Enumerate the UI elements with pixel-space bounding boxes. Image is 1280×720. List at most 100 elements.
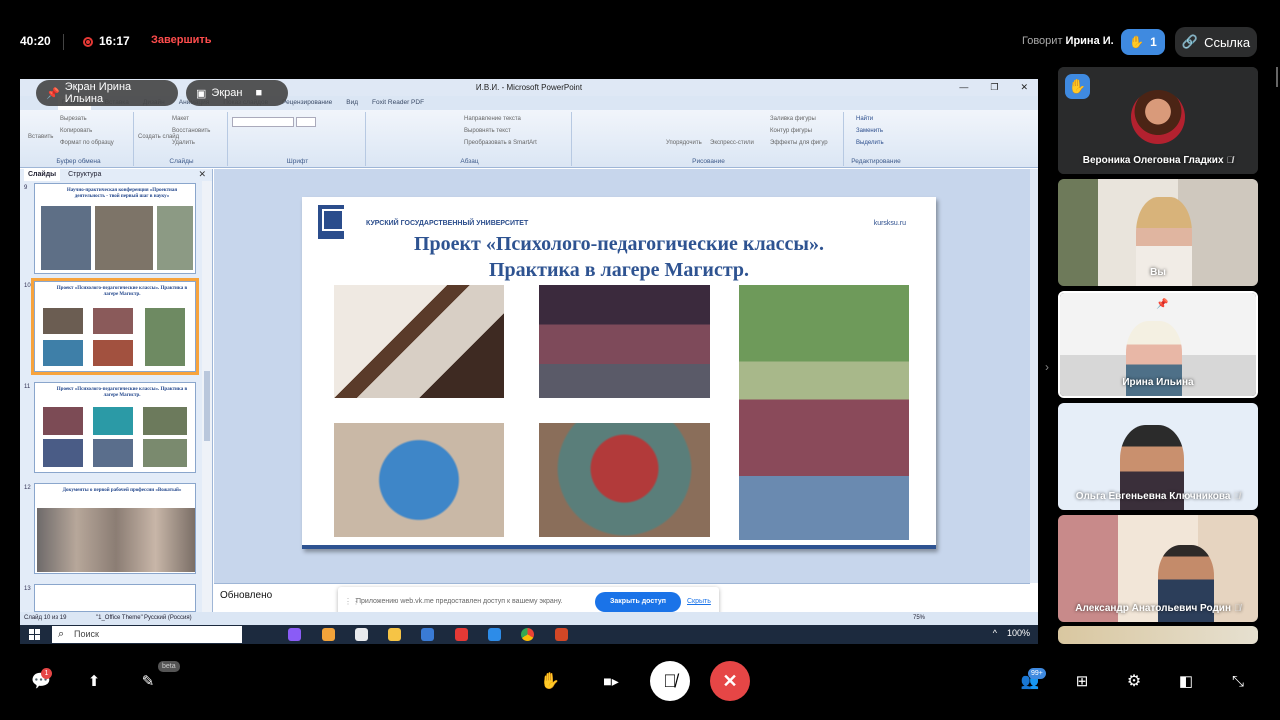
thumbnail-title: Научно-практическая конференция «Проектн…: [66, 188, 178, 199]
settings-button[interactable]: ⚙: [1124, 671, 1144, 691]
speaking-label: Говорит: [1022, 35, 1063, 47]
slide-title-line1: Проект «Психолого-педагогические классы»…: [413, 233, 825, 255]
taskbar-zoom: 100%: [1006, 628, 1030, 638]
chevron-right-icon[interactable]: ›: [1045, 360, 1049, 374]
participant-tile[interactable]: ✋ Вероника Олеговна Гладких 🎙̸: [1058, 67, 1258, 174]
grid-view-button[interactable]: ⊞: [1072, 671, 1092, 691]
participants-scrollbar[interactable]: [1276, 67, 1278, 87]
hide-link[interactable]: Скрыть: [687, 598, 711, 605]
photo-group: [539, 285, 710, 398]
participant-tile[interactable]: Вы: [1058, 179, 1258, 286]
raise-hand-button[interactable]: ✋: [540, 671, 560, 691]
group-label: Редактирование: [851, 158, 901, 165]
quick-styles-button: Экспресс-стили: [710, 140, 754, 146]
close-icon: ✕: [1020, 82, 1028, 92]
avatar: [1131, 90, 1185, 144]
windows-start-icon: [29, 629, 40, 640]
recording-time: 16:17: [99, 34, 130, 48]
slide-counter: Слайд 10 из 19: [24, 615, 67, 621]
chat-badge: 1: [41, 668, 52, 679]
notes-text: Обновлено: [220, 590, 273, 601]
participant-tile-speaking[interactable]: 📌 Ирина Ильина: [1058, 291, 1258, 398]
stop-recording-button[interactable]: Завершить: [151, 34, 212, 46]
align-text-button: Выровнять текст: [464, 128, 511, 134]
vertical-scrollbar: [1030, 169, 1038, 583]
participant-tile[interactable]: [1058, 626, 1258, 644]
minimize-button[interactable]: ⤡: [1228, 671, 1248, 691]
current-slide: КУРСКИЙ ГОСУДАРСТВЕННЫЙ УНИВЕРСИТЕТ kurs…: [302, 197, 936, 549]
raised-hands-button[interactable]: ✋ 1: [1121, 29, 1165, 55]
microphone-button[interactable]: 🎙̸: [650, 661, 690, 701]
collapse-icon: ⤡: [1231, 672, 1244, 690]
thumbnail-title: Проект «Психолого-педагогические классы»…: [56, 387, 188, 398]
tab-view: Вид: [346, 99, 359, 106]
camera-button[interactable]: ■▸: [600, 671, 622, 691]
font-name-box: [232, 117, 294, 127]
thumbnail-photo: [157, 206, 193, 270]
thumbnail-photo: [43, 340, 83, 366]
maximize-icon: ❐: [990, 82, 999, 92]
participant-name-text: Александр Анатольевич Родин: [1075, 603, 1231, 614]
theme-name: "1_Office Theme": [96, 615, 143, 621]
slides-panel-tabs: Слайды Структура: [20, 169, 212, 181]
app-icon: [421, 628, 434, 641]
share-message: Приложению web.vk.me предоставлен доступ…: [356, 598, 563, 605]
ribbon-group-drawing: Упорядочить Экспресс-стили Заливка фигур…: [574, 112, 844, 166]
slide-canvas: КУРСКИЙ ГОСУДАРСТВЕННЫЙ УНИВЕРСИТЕТ kurs…: [214, 169, 1030, 583]
cut-button: Вырезать: [60, 116, 87, 122]
call-duration: 40:20: [20, 34, 51, 48]
shared-screen: И.В.И. - Microsoft PowerPoint — ❐ ✕ Глав…: [20, 79, 1038, 644]
pin-icon: 📌: [1156, 299, 1169, 310]
thumbnail-photo: [93, 439, 133, 467]
participant-name-text: Вы: [1150, 267, 1166, 278]
raised-hand-icon: ✋: [1065, 74, 1090, 99]
pp-ribbon: Вставить Вырезать Копировать Формат по о…: [20, 110, 1038, 168]
replace-button: Заменить: [856, 128, 883, 134]
thumbnail-title: Проект «Психолого-педагогические классы»…: [56, 286, 188, 297]
photo-classroom: [334, 285, 504, 398]
layout-button: Макет: [172, 116, 189, 122]
hand-icon: ✋: [1129, 35, 1145, 49]
raised-hands-count: 1: [1150, 35, 1157, 49]
layout-button[interactable]: ◧: [1176, 671, 1196, 691]
arrange-button: Упорядочить: [666, 140, 702, 146]
thumbnail-photo: [143, 407, 187, 435]
link-button[interactable]: 🔗 Ссылка: [1175, 27, 1257, 57]
screen-owner-pill[interactable]: 📌 Экран Ирина Ильина: [36, 80, 178, 106]
thumbnail-photo: [145, 308, 185, 366]
participant-name: Вероника Олеговна Гладких 🎙̸: [1058, 155, 1258, 166]
participant-tile[interactable]: Александр Анатольевич Родин 🎙̸: [1058, 515, 1258, 622]
end-call-button[interactable]: ✕: [710, 661, 750, 701]
slides-scrollbar: [202, 181, 212, 612]
thumbnail-photo: [43, 308, 83, 334]
thumbnail-photo: [95, 206, 153, 270]
hand-icon: ✋: [540, 673, 560, 690]
participant-name: Ирина Ильина: [1060, 377, 1256, 388]
screen-pill[interactable]: ▣ Экран ■: [186, 80, 288, 106]
thumbnail-photo: [93, 340, 133, 366]
window-controls: — ❐ ✕: [959, 79, 1028, 96]
tab-slides: Слайды: [24, 169, 61, 181]
participant-name-text: Вероника Олеговна Гладких: [1082, 155, 1224, 166]
thumbnail-body: Документы о первой рабочей профессии «Во…: [34, 483, 196, 574]
participant-tile[interactable]: Ольга Евгеньевна Ключникова 🎙̸: [1058, 403, 1258, 510]
stop-sharing-button[interactable]: Закрыть доступ: [595, 592, 681, 612]
whiteboard-button[interactable]: ✎: [138, 671, 158, 691]
top-bar: 40:20 16:17 Завершить Говорит Ирина И. ✋…: [0, 18, 1280, 66]
mic-off-icon: 🎙̸: [663, 670, 677, 691]
record-icon: [83, 37, 93, 47]
beta-badge: beta: [158, 661, 180, 672]
ribbon-group-font: Шрифт: [230, 112, 366, 166]
mic-off-icon: 🎙̸: [1233, 491, 1241, 501]
share-screen-button[interactable]: ⬆: [84, 671, 104, 691]
ribbon-group-paragraph: Направление текста Выровнять текст Преоб…: [368, 112, 572, 166]
app-icon: [288, 628, 301, 641]
whiteboard-icon: ✎: [141, 673, 155, 690]
thumbnail-body: Проект «Психолого-педагогические классы»…: [31, 278, 199, 375]
ribbon-group-clipboard: Вставить Вырезать Копировать Формат по о…: [24, 112, 134, 166]
slide-number: 10: [24, 283, 31, 289]
participant-name-text: Ольга Евгеньевна Ключникова: [1075, 491, 1231, 502]
shape-fill-button: Заливка фигуры: [770, 116, 816, 122]
camera-icon: ■▸: [603, 672, 619, 689]
tab-review: Рецензирование: [282, 99, 333, 106]
